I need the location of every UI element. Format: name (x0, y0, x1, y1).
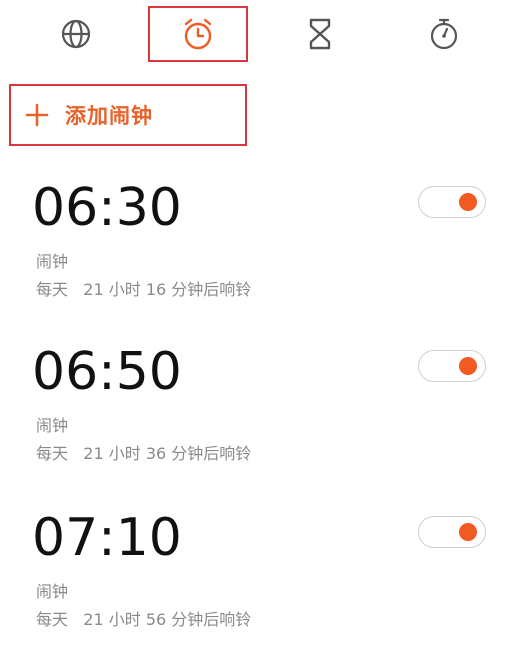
toggle-knob (459, 523, 477, 541)
alarm-item[interactable]: 06:30 闹钟 每天 21 小时 16 分钟后响铃 (0, 182, 520, 332)
alarm-detail: 每天 21 小时 56 分钟后响铃 (36, 606, 251, 630)
alarm-toggle[interactable] (418, 186, 486, 218)
alarm-ring-in: 21 小时 56 分钟后响铃 (83, 610, 252, 629)
alarm-label: 闹钟 (36, 416, 69, 435)
alarm-time: 06:30 (32, 178, 182, 238)
alarm-item[interactable]: 07:10 闹钟 每天 21 小时 56 分钟后响铃 (0, 512, 520, 662)
alarm-repeat: 每天 (36, 610, 69, 629)
alarm-label: 闹钟 (36, 252, 69, 271)
alarm-label: 闹钟 (36, 582, 69, 601)
alarm-detail: 每天 21 小时 16 分钟后响铃 (36, 276, 251, 300)
alarm-clock-icon (184, 18, 212, 50)
add-alarm-label: 添加闹钟 (65, 104, 153, 128)
alarm-ring-in: 21 小时 16 分钟后响铃 (83, 280, 252, 299)
plus-icon (25, 103, 49, 127)
tab-alarm[interactable] (148, 6, 248, 62)
globe-icon (61, 19, 91, 49)
stopwatch-icon (430, 18, 458, 50)
alarm-time: 06:50 (32, 342, 182, 402)
alarm-toggle[interactable] (418, 516, 486, 548)
add-alarm-button[interactable]: 添加闹钟 (9, 84, 247, 146)
tab-timer[interactable] (270, 6, 370, 62)
tab-world-clock[interactable] (26, 6, 126, 62)
alarm-detail: 每天 21 小时 36 分钟后响铃 (36, 440, 251, 464)
alarm-repeat: 每天 (36, 280, 69, 299)
alarm-ring-in: 21 小时 36 分钟后响铃 (83, 444, 252, 463)
tab-stopwatch[interactable] (394, 6, 494, 62)
alarm-time: 07:10 (32, 508, 182, 568)
alarm-repeat: 每天 (36, 444, 69, 463)
hourglass-icon (309, 18, 331, 50)
toggle-knob (459, 193, 477, 211)
tab-bar (0, 0, 520, 70)
alarm-item[interactable]: 06:50 闹钟 每天 21 小时 36 分钟后响铃 (0, 346, 520, 496)
alarm-toggle[interactable] (418, 350, 486, 382)
toggle-knob (459, 357, 477, 375)
